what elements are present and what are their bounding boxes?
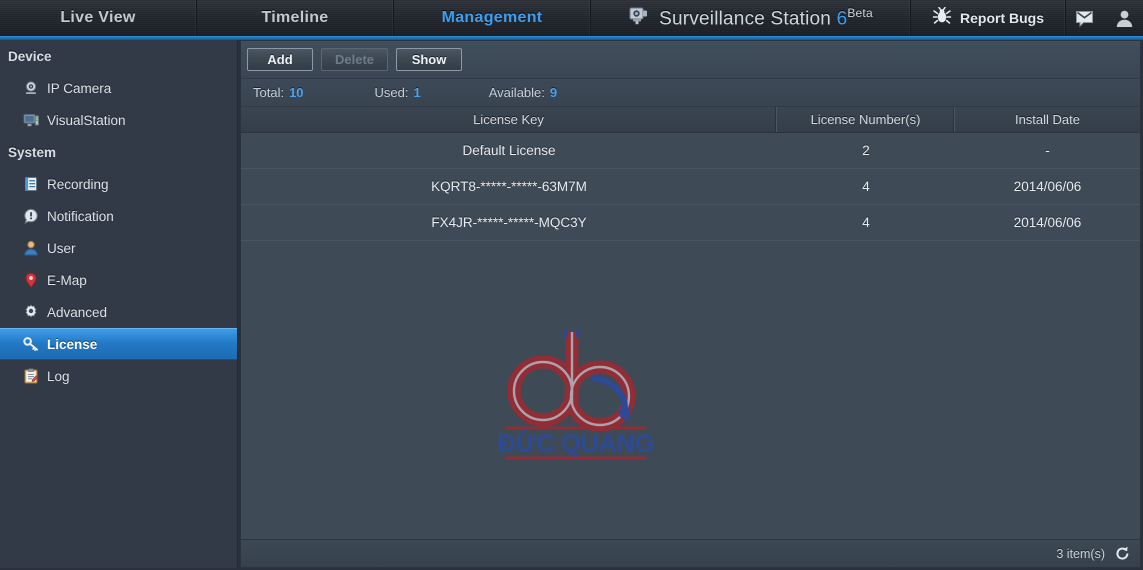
brand-beta-badge: Beta <box>847 5 873 20</box>
cell-license-number: 4 <box>862 215 870 230</box>
user-icon <box>22 240 39 257</box>
add-button[interactable]: Add <box>247 48 313 71</box>
bug-icon <box>932 6 952 30</box>
sidebar-item-license[interactable]: License <box>0 328 237 360</box>
column-header-license-key[interactable]: License Key <box>241 107 777 132</box>
license-summary-bar: Total: 10 Used: 1 Available: 9 <box>241 79 1140 107</box>
brand-version: 6 <box>836 8 848 30</box>
summary-total-label: Total: <box>253 85 285 100</box>
show-button[interactable]: Show <box>396 48 463 71</box>
log-icon <box>22 368 39 385</box>
cell-license-key: Default License <box>462 143 556 158</box>
gear-icon <box>22 304 39 321</box>
watermark-logo: ĐỨC QUANG <box>496 318 656 463</box>
tab-timeline[interactable]: Timeline <box>197 0 394 36</box>
sidebar-item-notification-label: Notification <box>47 208 114 224</box>
table-row[interactable]: KQRT8-*****-*****-63M7M 4 2014/06/06 <box>241 169 1140 205</box>
report-bugs-button[interactable]: Report Bugs <box>911 0 1066 36</box>
cell-license-number: 2 <box>862 143 870 158</box>
top-navigation-bar: Live View Timeline Management Surveillan… <box>0 0 1143 36</box>
map-pin-icon <box>22 272 39 289</box>
brand-title: Surveillance Station <box>659 8 832 30</box>
summary-available-label: Available: <box>488 85 545 100</box>
license-panel: Add Delete Show Total: 10 Used: 1 Availa… <box>240 40 1141 568</box>
sidebar-item-e-map[interactable]: E-Map <box>0 264 237 296</box>
tab-live-view-label: Live View <box>60 9 136 26</box>
brand-name: Surveillance Station 6Beta <box>659 6 873 30</box>
summary-total: Total: 10 <box>253 85 304 100</box>
tab-live-view[interactable]: Live View <box>0 0 197 36</box>
key-icon <box>22 336 39 353</box>
sidebar-item-advanced[interactable]: Advanced <box>0 296 237 328</box>
cell-install-date: - <box>1045 143 1050 158</box>
column-header-install-date[interactable]: Install Date <box>955 107 1140 132</box>
refresh-icon[interactable] <box>1115 546 1130 561</box>
item-count-label: 3 item(s) <box>1056 546 1105 561</box>
sidebar-item-user[interactable]: User <box>0 232 237 264</box>
user-account-icon[interactable] <box>1115 9 1134 28</box>
cell-license-key: KQRT8-*****-*****-63M7M <box>431 179 587 194</box>
camera-icon <box>628 6 650 31</box>
brand-logo: Surveillance Station 6Beta <box>591 0 911 36</box>
sidebar-item-recording[interactable]: Recording <box>0 168 237 200</box>
sidebar-item-e-map-label: E-Map <box>47 272 87 288</box>
sidebar-item-ip-camera[interactable]: IP Camera <box>0 72 237 104</box>
summary-available: Available: 9 <box>489 85 557 100</box>
sidebar-group-device-label: Device <box>8 48 52 64</box>
delete-button: Delete <box>321 48 389 71</box>
cell-install-date: 2014/06/06 <box>1013 215 1082 230</box>
sidebar-item-advanced-label: Advanced <box>47 304 108 320</box>
sidebar-group-system-label: System <box>8 144 57 160</box>
sidebar: Device IP Camera VisualStation System Re… <box>0 40 238 570</box>
sidebar-item-user-label: User <box>47 240 76 256</box>
sidebar-item-ip-camera-label: IP Camera <box>47 80 112 96</box>
ip-camera-icon <box>22 80 39 97</box>
tab-timeline-label: Timeline <box>261 9 329 26</box>
tab-management-label: Management <box>441 9 543 26</box>
surveillance-station-window: Live View Timeline Management Surveillan… <box>0 0 1143 570</box>
license-table-body: Default License 2 - KQRT8-*****-*****-63… <box>241 133 1140 539</box>
cell-license-number: 4 <box>862 179 870 194</box>
watermark-text: ĐỨC QUANG <box>498 428 655 458</box>
table-footer: 3 item(s) <box>241 539 1140 567</box>
sidebar-group-system: System <box>0 136 237 168</box>
sidebar-item-recording-label: Recording <box>47 176 109 192</box>
cell-license-key: FX4JR-*****-*****-MQC3Y <box>431 215 587 230</box>
header-icon-group <box>1066 0 1143 36</box>
license-toolbar: Add Delete Show <box>241 41 1140 79</box>
tab-management[interactable]: Management <box>394 0 591 36</box>
summary-total-value: 10 <box>289 85 304 100</box>
recording-icon <box>22 176 39 193</box>
summary-used-label: Used: <box>374 85 409 100</box>
summary-available-value: 9 <box>549 85 558 100</box>
sidebar-item-license-label: License <box>47 336 98 352</box>
table-row[interactable]: Default License 2 - <box>241 133 1140 169</box>
sidebar-item-log[interactable]: Log <box>0 360 237 392</box>
report-bugs-label: Report Bugs <box>960 10 1044 26</box>
notification-icon <box>22 208 39 225</box>
visualstation-icon <box>22 112 39 129</box>
column-header-license-number[interactable]: License Number(s) <box>777 107 955 132</box>
sidebar-item-visualstation-label: VisualStation <box>47 112 126 128</box>
sidebar-item-log-label: Log <box>47 368 70 384</box>
table-row[interactable]: FX4JR-*****-*****-MQC3Y 4 2014/06/06 <box>241 205 1140 241</box>
table-header: License Key License Number(s) Install Da… <box>241 107 1140 133</box>
cell-install-date: 2014/06/06 <box>1013 179 1082 194</box>
mail-icon[interactable] <box>1075 9 1096 28</box>
summary-used: Used: 1 <box>375 85 421 100</box>
sidebar-group-device: Device <box>0 40 237 72</box>
sidebar-item-visualstation[interactable]: VisualStation <box>0 104 237 136</box>
summary-used-value: 1 <box>413 85 421 100</box>
sidebar-item-notification[interactable]: Notification <box>0 200 237 232</box>
